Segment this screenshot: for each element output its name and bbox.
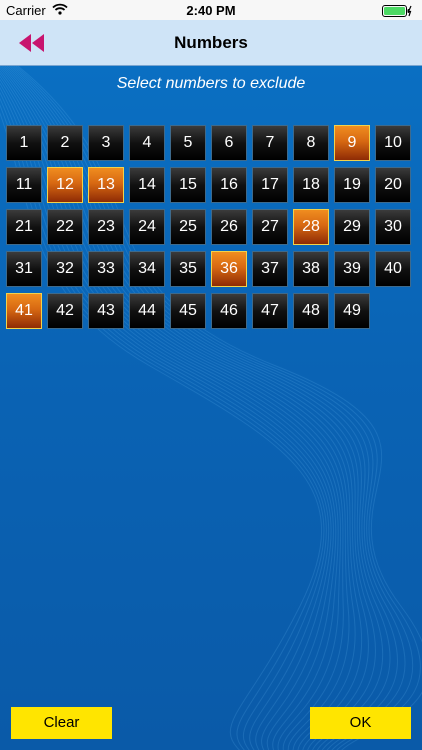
number-button-43[interactable]: 43 [88,293,124,329]
number-button-47[interactable]: 47 [252,293,288,329]
number-button-42[interactable]: 42 [47,293,83,329]
navigation-bar: Numbers [0,20,422,66]
page-title: Numbers [174,33,248,52]
number-button-5[interactable]: 5 [170,125,206,161]
number-button-1[interactable]: 1 [6,125,42,161]
number-button-17[interactable]: 17 [252,167,288,203]
number-picker-panel: Select numbers to exclude 1 2 3 4 5 6 7 8 9 10 11 1… [0,66,422,750]
number-button-31[interactable]: 31 [6,251,42,287]
number-button-33[interactable]: 33 [88,251,124,287]
number-button-4[interactable]: 4 [129,125,165,161]
number-button-46[interactable]: 46 [211,293,247,329]
number-button-22[interactable]: 22 [47,209,83,245]
number-button-34[interactable]: 34 [129,251,165,287]
number-button-19[interactable]: 19 [334,167,370,203]
number-button-12[interactable]: 12 [47,167,83,203]
status-time: 2:40 PM [186,3,236,18]
number-button-18[interactable]: 18 [293,167,329,203]
number-button-44[interactable]: 44 [129,293,165,329]
number-button-36[interactable]: 36 [211,251,247,287]
number-button-3[interactable]: 3 [88,125,124,161]
number-button-38[interactable]: 38 [293,251,329,287]
number-button-41[interactable]: 41 [6,293,42,329]
number-button-28[interactable]: 28 [293,209,329,245]
number-button-2[interactable]: 2 [47,125,83,161]
number-button-6[interactable]: 6 [211,125,247,161]
battery-charging-icon [382,5,412,17]
number-button-9[interactable]: 9 [334,125,370,161]
number-button-14[interactable]: 14 [129,167,165,203]
ok-button[interactable]: OK [310,707,411,739]
number-button-23[interactable]: 23 [88,209,124,245]
number-button-48[interactable]: 48 [293,293,329,329]
number-button-20[interactable]: 20 [375,167,411,203]
number-button-25[interactable]: 25 [170,209,206,245]
number-button-32[interactable]: 32 [47,251,83,287]
number-button-7[interactable]: 7 [252,125,288,161]
number-button-26[interactable]: 26 [211,209,247,245]
number-button-40[interactable]: 40 [375,251,411,287]
instruction-text: Select numbers to exclude [116,75,306,92]
clear-button[interactable]: Clear [11,707,112,739]
number-button-16[interactable]: 16 [211,167,247,203]
number-button-24[interactable]: 24 [129,209,165,245]
number-button-49[interactable]: 49 [334,293,370,329]
number-button-13[interactable]: 13 [88,167,124,203]
number-button-8[interactable]: 8 [293,125,329,161]
number-button-15[interactable]: 15 [170,167,206,203]
back-button[interactable] [14,30,50,56]
number-button-37[interactable]: 37 [252,251,288,287]
status-bar: Carrier 2:40 PM [0,0,422,20]
number-button-21[interactable]: 21 [6,209,42,245]
number-button-27[interactable]: 27 [252,209,288,245]
number-button-45[interactable]: 45 [170,293,206,329]
number-button-29[interactable]: 29 [334,209,370,245]
number-button-35[interactable]: 35 [170,251,206,287]
rewind-icon [19,34,44,52]
app-screen: Carrier 2:40 PM Numbers Select numbers t… [0,0,422,750]
number-button-39[interactable]: 39 [334,251,370,287]
number-button-10[interactable]: 10 [375,125,411,161]
number-button-11[interactable]: 11 [6,167,42,203]
number-button-30[interactable]: 30 [375,209,411,245]
